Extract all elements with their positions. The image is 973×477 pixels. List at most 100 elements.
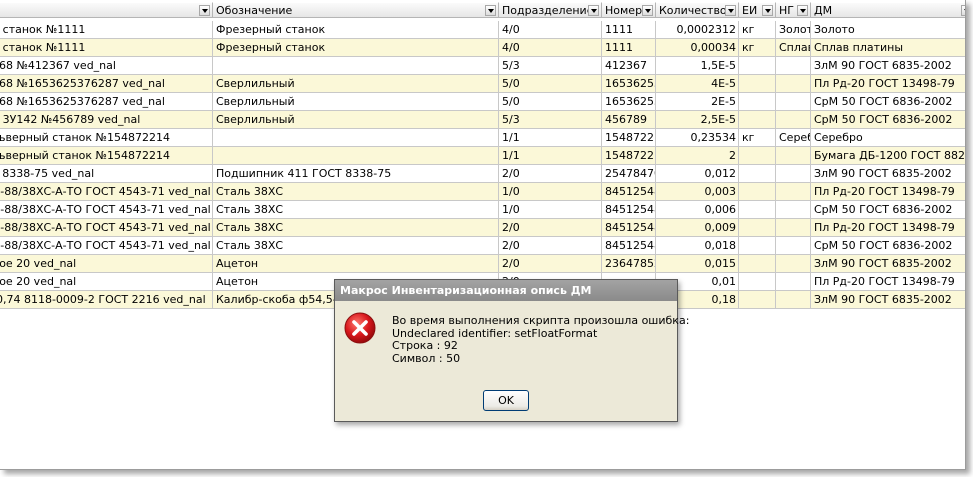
table-cell[interactable]: 412367 [602, 57, 656, 75]
table-cell[interactable]: 568 №1653625376287 ved_nal [0, 75, 213, 93]
table-row[interactable]: Н-88/38ХС-А-ТО ГОСТ 4543-71 ved_nal Сталь… [0, 219, 965, 237]
table-cell[interactable]: Н-88/38ХС-А-ТО ГОСТ 4543-71 ved_nal [0, 219, 213, 237]
table-cell[interactable]: 84512548 [602, 201, 656, 219]
table-cell[interactable]: Т 8338-75 ved_nal [0, 165, 213, 183]
table-cell[interactable]: -0,74 8118-0009-2 ГОСТ 2216 ved_nal [0, 291, 213, 309]
table-row[interactable]: 568 №1653625376287 ved_nal Сверлильный 5/0… [0, 93, 965, 111]
table-cell[interactable]: Н-88/38ХС-А-ТО ГОСТ 4543-71 ved_nal [0, 183, 213, 201]
table-cell[interactable]: 1/0 [499, 201, 602, 219]
column-header[interactable]: Количество [656, 2, 739, 18]
table-cell[interactable]: 23647852 [602, 255, 656, 273]
table-cell[interactable] [776, 183, 811, 201]
table-cell[interactable]: Фрезерный станок [213, 21, 499, 39]
table-cell[interactable]: 2,5E-5 [656, 111, 739, 129]
table-cell[interactable]: льверный станок №154872214 [0, 147, 213, 165]
table-cell[interactable]: Золото [811, 21, 965, 39]
table-cell[interactable]: 2 [656, 147, 739, 165]
table-cell[interactable]: 5/3 [499, 111, 602, 129]
table-cell[interactable]: 2E-5 [656, 93, 739, 111]
table-cell[interactable] [739, 255, 776, 273]
table-cell[interactable] [776, 111, 811, 129]
table-cell[interactable]: 456789 [602, 111, 656, 129]
table-cell[interactable]: кг [739, 21, 776, 39]
table-row[interactable]: Н-88/38ХС-А-ТО ГОСТ 4543-71 ved_nal Сталь… [0, 237, 965, 255]
column-header[interactable]: Подразделение [499, 2, 602, 18]
table-cell[interactable]: 4E-5 [656, 75, 739, 93]
table-cell[interactable]: 568 №412367 ved_nal [0, 57, 213, 75]
table-cell[interactable]: Пл Рд-20 ГОСТ 13498-79 [811, 75, 965, 93]
table-row[interactable]: льверный станок №154872214 1/1 15487221 0,2… [0, 129, 965, 147]
table-cell[interactable]: ЗлМ 90 ГОСТ 6835-2002 [811, 255, 965, 273]
table-cell[interactable]: 2/0 [499, 255, 602, 273]
table-cell[interactable]: ЗлМ 90 ГОСТ 6835-2002 [811, 165, 965, 183]
table-cell[interactable] [739, 291, 776, 309]
table-cell[interactable]: Н-88/38ХС-А-ТО ГОСТ 4543-71 ved_nal [0, 237, 213, 255]
table-cell[interactable]: 4/0 [499, 21, 602, 39]
column-header[interactable] [0, 2, 213, 18]
table-cell[interactable]: й станок №1111 [0, 21, 213, 39]
filter-dropdown-icon[interactable] [797, 5, 808, 16]
table-cell[interactable]: 568 №1653625376287 ved_nal [0, 93, 213, 111]
table-cell[interactable]: Золото [776, 21, 811, 39]
table-row[interactable]: Н-88/38ХС-А-ТО ГОСТ 4543-71 ved_nal Сталь… [0, 183, 965, 201]
table-cell[interactable]: 0,003 [656, 183, 739, 201]
table-cell[interactable]: Ацетон [213, 255, 499, 273]
table-cell[interactable] [776, 255, 811, 273]
table-cell[interactable] [776, 75, 811, 93]
table-row[interactable]: й станок №1111 Фрезерный станок 4/0 1111 0,0… [0, 39, 965, 57]
table-cell[interactable]: й 3У142 №456789 ved_nal [0, 111, 213, 129]
table-cell[interactable] [776, 93, 811, 111]
table-cell[interactable]: СрМ 50 ГОСТ 6836-2002 [811, 111, 965, 129]
table-cell[interactable] [776, 237, 811, 255]
table-cell[interactable]: ЗлМ 90 ГОСТ 6835-2002 [811, 57, 965, 75]
table-row[interactable]: й 3У142 №456789 ved_nal Сверлильный 5/3 456… [0, 111, 965, 129]
table-cell[interactable]: 0,006 [656, 201, 739, 219]
table-cell[interactable]: 15487221 [602, 129, 656, 147]
table-cell[interactable] [213, 129, 499, 147]
table-cell[interactable]: Сверлильный [213, 93, 499, 111]
table-cell[interactable]: 2/0 [499, 237, 602, 255]
table-cell[interactable]: 1/1 [499, 129, 602, 147]
table-cell[interactable]: Сталь 38ХС [213, 183, 499, 201]
table-cell[interactable]: Сталь 38ХС [213, 237, 499, 255]
table-cell[interactable]: Пл Рд-20 ГОСТ 13498-79 [811, 273, 965, 291]
table-cell[interactable]: СрМ 50 ГОСТ 6836-2002 [811, 93, 965, 111]
filter-dropdown-icon[interactable] [199, 5, 210, 16]
table-cell[interactable] [739, 219, 776, 237]
table-cell[interactable]: 1111 [602, 39, 656, 57]
column-header[interactable]: Номер [602, 2, 656, 18]
table-cell[interactable] [776, 291, 811, 309]
table-cell[interactable]: 0,23534 [656, 129, 739, 147]
table-cell[interactable]: ное 20 ved_nal [0, 255, 213, 273]
table-cell[interactable]: й станок №1111 [0, 39, 213, 57]
table-cell[interactable] [776, 147, 811, 165]
column-header[interactable]: НГ [776, 2, 811, 18]
ok-button[interactable]: OK [483, 390, 529, 411]
column-header[interactable]: ДМ [811, 2, 965, 18]
table-row[interactable]: ное 20 ved_nal Ацетон 2/0 23647852 0,015 ЗлМ … [0, 255, 965, 273]
table-cell[interactable]: 1,5E-5 [656, 57, 739, 75]
table-cell[interactable]: ное 20 ved_nal [0, 273, 213, 291]
table-cell[interactable] [739, 93, 776, 111]
table-cell[interactable]: 16536253 [602, 75, 656, 93]
table-cell[interactable] [776, 201, 811, 219]
table-cell[interactable]: Подшипник 411 ГОСТ 8338-75 [213, 165, 499, 183]
table-cell[interactable] [739, 273, 776, 291]
table-cell[interactable]: 5/0 [499, 93, 602, 111]
table-cell[interactable]: 0,018 [656, 237, 739, 255]
table-cell[interactable]: Пл Рд-20 ГОСТ 13498-79 [811, 183, 965, 201]
table-cell[interactable]: 16536253 [602, 93, 656, 111]
table-cell[interactable] [739, 57, 776, 75]
table-cell[interactable]: Сереб [776, 129, 811, 147]
table-cell[interactable] [213, 147, 499, 165]
table-cell[interactable]: СрМ 50 ГОСТ 6836-2002 [811, 201, 965, 219]
table-cell[interactable]: 4/0 [499, 39, 602, 57]
table-cell[interactable]: 1/0 [499, 183, 602, 201]
table-cell[interactable] [776, 57, 811, 75]
table-cell[interactable]: 2/0 [499, 219, 602, 237]
table-cell[interactable]: 25478470 [602, 165, 656, 183]
table-cell[interactable]: кг [739, 39, 776, 57]
filter-dropdown-icon[interactable] [762, 5, 773, 16]
table-cell[interactable]: 5/0 [499, 75, 602, 93]
table-cell[interactable] [739, 75, 776, 93]
